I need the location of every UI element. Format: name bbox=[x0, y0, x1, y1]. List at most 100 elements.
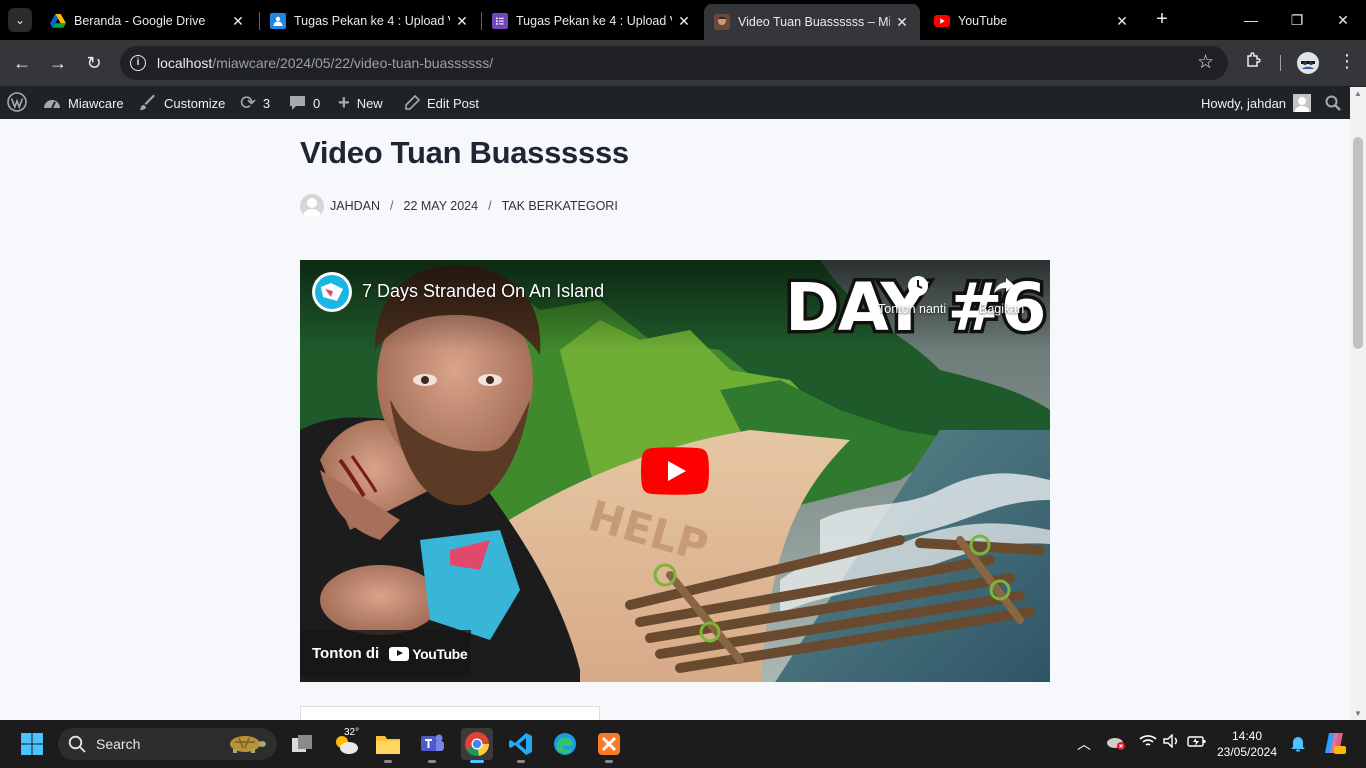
edge-app[interactable] bbox=[549, 728, 581, 760]
file-explorer-app[interactable] bbox=[372, 728, 404, 763]
youtube-icon bbox=[934, 13, 950, 29]
play-button[interactable] bbox=[641, 447, 709, 495]
watch-later-button[interactable] bbox=[906, 274, 930, 298]
watch-later-label: Tonton nanti bbox=[878, 302, 947, 316]
clock-date: 23/05/2024 bbox=[1216, 745, 1278, 759]
tab-forms[interactable]: Tugas Pekan ke 4 : Upload Vi ✕ bbox=[482, 6, 702, 36]
running-indicator bbox=[517, 760, 525, 763]
tab-search-button[interactable]: ⌄ bbox=[8, 8, 32, 32]
bookmark-star-icon[interactable]: ☆ bbox=[1197, 51, 1214, 74]
author-avatar bbox=[300, 194, 324, 218]
back-button[interactable]: ← bbox=[10, 51, 34, 75]
site-name-menu[interactable]: Miawcare bbox=[43, 87, 124, 119]
taskbar-search[interactable]: Search bbox=[58, 728, 277, 760]
reload-icon: ↻ bbox=[86, 52, 102, 73]
admin-search-button[interactable] bbox=[1325, 87, 1341, 119]
new-content-menu[interactable]: + New bbox=[338, 87, 383, 119]
edge-icon bbox=[554, 733, 576, 755]
post-author-link[interactable]: JAHDAN bbox=[330, 199, 380, 213]
extensions-icon[interactable] bbox=[1245, 51, 1263, 74]
taskbar-clock[interactable]: 14:40 23/05/2024 bbox=[1212, 728, 1282, 760]
start-button[interactable] bbox=[16, 728, 48, 760]
my-account-menu[interactable]: Howdy, jahdan bbox=[1201, 87, 1312, 119]
close-window-button[interactable]: ✕ bbox=[1320, 0, 1366, 40]
tab-youtube[interactable]: YouTube ✕ bbox=[924, 6, 1140, 36]
wp-logo-menu[interactable] bbox=[7, 87, 27, 119]
youtube-embed[interactable]: HELP DAY #6 7 Days Stranded On An Island… bbox=[300, 260, 1050, 682]
task-view-button[interactable] bbox=[286, 728, 318, 760]
tab-title: Beranda - Google Drive bbox=[74, 14, 206, 28]
share-button[interactable] bbox=[992, 274, 1016, 298]
forward-button[interactable]: → bbox=[46, 51, 70, 75]
post-category-link[interactable]: TAK BERKATEGORI bbox=[502, 199, 618, 213]
tab-google-drive[interactable]: Beranda - Google Drive ✕ bbox=[40, 6, 256, 36]
edit-post-link[interactable]: Edit Post bbox=[404, 87, 479, 119]
close-icon[interactable]: ✕ bbox=[894, 14, 910, 31]
onedrive-error-icon[interactable] bbox=[1106, 734, 1126, 753]
weather-widget[interactable]: 32° bbox=[330, 727, 362, 760]
tab-title: Tugas Pekan ke 4 : Upload Vi bbox=[516, 14, 672, 28]
running-indicator bbox=[605, 760, 613, 763]
close-icon[interactable]: ✕ bbox=[230, 13, 246, 30]
site-info-icon[interactable]: i bbox=[130, 55, 146, 71]
google-classroom-icon bbox=[270, 13, 286, 29]
scroll-up-icon[interactable]: ▲ bbox=[1353, 89, 1363, 98]
restore-button[interactable]: ❐ bbox=[1274, 0, 1320, 40]
close-icon: ✕ bbox=[1337, 11, 1349, 28]
wifi-icon[interactable] bbox=[1139, 734, 1157, 751]
clock-time: 14:40 bbox=[1231, 729, 1263, 743]
google-forms-icon bbox=[492, 13, 508, 29]
browser-toolbar: ← → ↻ i localhost/miawcare/2024/05/22/vi… bbox=[0, 40, 1366, 86]
battery-charging-icon[interactable] bbox=[1187, 734, 1207, 751]
watch-on-youtube-button[interactable]: Tonton di YouTube bbox=[300, 630, 471, 677]
video-title[interactable]: 7 Days Stranded On An Island bbox=[362, 281, 604, 302]
chevron-up-icon[interactable]: ︿ bbox=[1077, 734, 1091, 754]
profile-avatar[interactable] bbox=[1297, 52, 1319, 79]
chevron-down-icon: ⌄ bbox=[14, 13, 26, 27]
vscode-app[interactable] bbox=[505, 728, 537, 763]
page-scrollbar[interactable]: ▲ ▼ bbox=[1350, 87, 1366, 720]
new-tab-button[interactable]: + bbox=[1150, 8, 1174, 32]
plus-icon: + bbox=[338, 91, 350, 114]
chrome-app[interactable] bbox=[461, 728, 493, 763]
post-meta: JAHDAN / 22 MAY 2024 / TAK BERKATEGORI bbox=[300, 194, 618, 218]
tab-video-post[interactable]: Video Tuan Buassssss – Miaw ✕ bbox=[704, 4, 920, 40]
close-icon[interactable]: ✕ bbox=[454, 13, 470, 30]
plus-icon: + bbox=[1156, 8, 1168, 30]
close-icon[interactable]: ✕ bbox=[676, 13, 692, 30]
address-bar[interactable]: i localhost/miawcare/2024/05/22/video-tu… bbox=[120, 46, 1228, 80]
google-drive-icon bbox=[50, 13, 66, 29]
customize-link[interactable]: Customize bbox=[139, 87, 225, 119]
channel-avatar[interactable] bbox=[312, 272, 352, 312]
copilot-icon[interactable] bbox=[1322, 731, 1346, 758]
youtube-label: YouTube bbox=[412, 645, 468, 662]
post-date[interactable]: 22 MAY 2024 bbox=[404, 199, 479, 213]
arrow-left-icon: ← bbox=[13, 52, 31, 73]
close-icon[interactable]: ✕ bbox=[1114, 13, 1130, 30]
url-text[interactable]: localhost/miawcare/2024/05/22/video-tuan… bbox=[157, 55, 493, 71]
updates-icon: ⟳ bbox=[240, 92, 256, 114]
task-view-icon bbox=[292, 735, 312, 752]
scroll-down-icon[interactable]: ▼ bbox=[1353, 709, 1363, 718]
url-host: localhost bbox=[157, 55, 213, 71]
tab-title: Video Tuan Buassssss – Miaw bbox=[738, 15, 890, 29]
notification-bell-icon[interactable] bbox=[1290, 734, 1306, 755]
volume-icon[interactable] bbox=[1163, 733, 1181, 751]
comments-link[interactable]: 0 bbox=[289, 87, 320, 119]
running-indicator bbox=[470, 760, 484, 763]
folder-icon bbox=[376, 736, 400, 754]
xampp-app[interactable] bbox=[593, 728, 625, 763]
mrbeast-logo-icon bbox=[315, 275, 349, 309]
minimize-button[interactable]: — bbox=[1228, 0, 1274, 40]
tab-classroom[interactable]: Tugas Pekan ke 4 : Upload Vi ✕ bbox=[260, 6, 480, 36]
watch-on-label: Tonton di bbox=[312, 645, 380, 662]
xampp-icon bbox=[598, 733, 620, 755]
kebab-menu-icon[interactable]: ⋮ bbox=[1338, 51, 1356, 72]
reload-button[interactable]: ↻ bbox=[82, 51, 106, 75]
tab-title: Tugas Pekan ke 4 : Upload Vi bbox=[294, 14, 450, 28]
scrollbar-thumb[interactable] bbox=[1353, 137, 1363, 349]
teams-app[interactable] bbox=[416, 728, 448, 763]
updates-count: 3 bbox=[262, 95, 271, 111]
updates-link[interactable]: ⟳ 3 bbox=[240, 87, 270, 119]
teams-icon bbox=[421, 734, 444, 751]
